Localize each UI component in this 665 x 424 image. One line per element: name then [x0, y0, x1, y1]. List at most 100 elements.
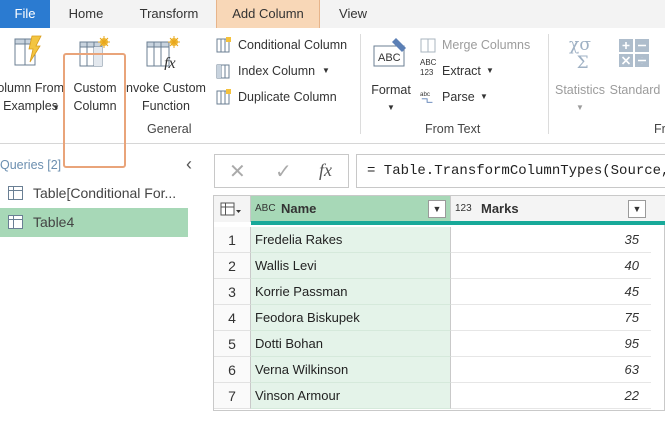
format-icon: ABC: [373, 38, 406, 67]
fx-icon[interactable]: fx: [319, 160, 332, 181]
marks-cell[interactable]: 45: [451, 279, 651, 305]
query-item-label: Table[Conditional For...: [33, 185, 177, 201]
formula-bar-controls: ✕ ✓ fx: [214, 154, 349, 188]
column-header-label: Marks: [481, 201, 519, 216]
group-separator: [360, 34, 361, 134]
marks-cell[interactable]: 40: [451, 253, 651, 279]
tab-add-column[interactable]: Add Column: [216, 0, 320, 28]
conditional-column-button[interactable]: Conditional Column: [216, 34, 361, 56]
column-quality-bar: [251, 221, 451, 225]
row-index[interactable]: 7: [214, 383, 251, 409]
tab-file[interactable]: File: [0, 0, 50, 28]
column-header-label: Name: [281, 201, 317, 216]
chevron-down-icon: ▼: [486, 66, 494, 75]
row-index[interactable]: 5: [214, 331, 251, 357]
invoke-custom-function-label-2: Function: [142, 99, 190, 113]
grid-header: ABC Name ▼ 123 Marks ▼: [214, 196, 665, 222]
conditional-column-label: Conditional Column: [238, 38, 348, 52]
standard-icon: [619, 39, 649, 67]
merge-columns-button[interactable]: Merge Columns: [420, 34, 545, 56]
column-header-name[interactable]: ABC Name ▼: [251, 196, 451, 222]
index-column-button[interactable]: Index Column ▼: [216, 60, 336, 82]
marks-cell[interactable]: 63: [451, 357, 651, 383]
group-separator: [548, 34, 549, 134]
row-index[interactable]: 3: [214, 279, 251, 305]
duplicate-column-icon: [216, 89, 231, 105]
statistics-icon: χσ Σ: [569, 35, 591, 73]
general-group-label: General: [147, 122, 192, 136]
index-column-icon: [216, 64, 230, 79]
name-cell[interactable]: Korrie Passman: [251, 279, 451, 305]
column-from-examples-button[interactable]: olumn From Examples ▼: [0, 32, 64, 118]
invoke-custom-function-label-1: nvoke Custom: [126, 81, 206, 95]
column-header-marks[interactable]: 123 Marks ▼: [451, 196, 665, 222]
table-icon: [8, 186, 23, 200]
collapse-pane-icon[interactable]: ‹: [186, 154, 192, 175]
standard-label: Standard: [609, 83, 661, 97]
abc-badge: ABC: [378, 52, 401, 64]
standard-button[interactable]: Standard: [606, 32, 664, 118]
text-type-icon[interactable]: ABC: [255, 196, 276, 222]
tab-transform[interactable]: Transform: [122, 0, 216, 28]
from-text-group-label: From Text: [425, 122, 481, 136]
chevron-down-icon: ▼: [387, 103, 395, 112]
column-from-examples-label-2: Examples: [3, 99, 58, 113]
name-cell[interactable]: Feodora Biskupek: [251, 305, 451, 331]
column-from-examples-label-1: olumn From: [0, 81, 64, 95]
column-quality-bar: [451, 221, 665, 225]
svg-text:abc: abc: [420, 91, 430, 98]
custom-column-highlight: [63, 53, 126, 168]
name-cell[interactable]: Dotti Bohan: [251, 331, 451, 357]
conditional-column-icon: [216, 37, 231, 53]
abc-label: ABC: [420, 58, 437, 67]
row-index[interactable]: 4: [214, 305, 251, 331]
filter-dropdown-icon[interactable]: ▼: [628, 200, 646, 218]
marks-cell[interactable]: 75: [451, 305, 651, 331]
duplicate-column-label: Duplicate Column: [238, 90, 337, 104]
queries-header: Queries [2]: [0, 158, 62, 172]
query-item[interactable]: Table[Conditional For...: [0, 179, 188, 208]
tab-home[interactable]: Home: [50, 0, 122, 28]
query-item-label: Table4: [33, 214, 75, 230]
ribbon-tab-bar: File Home Transform Add Column View: [0, 0, 665, 28]
statistics-button[interactable]: χσ Σ Statistics ▼: [552, 32, 608, 118]
parse-label: Parse: [442, 90, 475, 104]
marks-cell[interactable]: 22: [451, 383, 651, 409]
format-button[interactable]: ABC Format ▼: [366, 32, 416, 118]
marks-cell[interactable]: 95: [451, 331, 651, 357]
tab-view[interactable]: View: [320, 0, 386, 28]
table-icon: [8, 215, 23, 229]
duplicate-column-button[interactable]: Duplicate Column: [216, 86, 346, 108]
table-menu-button[interactable]: [214, 196, 251, 222]
name-cell[interactable]: Wallis Levi: [251, 253, 451, 279]
row-index[interactable]: 1: [214, 227, 251, 253]
query-item-selected[interactable]: Table4: [0, 208, 188, 237]
row-index[interactable]: 2: [214, 253, 251, 279]
name-cell[interactable]: Fredelia Rakes: [251, 227, 451, 253]
merge-columns-label: Merge Columns: [442, 38, 531, 52]
chevron-down-icon: ▼: [480, 92, 488, 101]
next-group-label: Fr: [654, 122, 665, 136]
merge-columns-icon: [420, 38, 436, 53]
index-column-label: Index Column: [238, 64, 316, 78]
cancel-icon[interactable]: ✕: [229, 159, 246, 184]
marks-cell[interactable]: 35: [451, 227, 651, 253]
invoke-custom-function-button[interactable]: fx nvoke Custom Function: [122, 32, 210, 118]
table-menu-icon: [220, 202, 241, 216]
chevron-down-icon: ▼: [576, 103, 584, 112]
formula-input[interactable]: = Table.TransformColumnTypes(Source,: [356, 154, 665, 188]
chevron-down-icon: ▼: [52, 103, 60, 112]
extract-button[interactable]: ABC 123 Extract ▼: [420, 58, 500, 82]
extract-icon: ABC 123: [420, 58, 440, 80]
parse-icon: abc: [420, 91, 433, 103]
filter-dropdown-icon[interactable]: ▼: [428, 200, 446, 218]
chevron-down-icon: ▼: [322, 66, 330, 75]
commit-check-icon[interactable]: ✓: [275, 159, 292, 184]
parse-button[interactable]: abc Parse ▼: [420, 86, 492, 108]
extract-label: Extract: [442, 64, 481, 78]
invoke-function-icon: fx: [146, 36, 180, 70]
number-type-icon[interactable]: 123: [455, 196, 472, 222]
name-cell[interactable]: Verna Wilkinson: [251, 357, 451, 383]
name-cell[interactable]: Vinson Armour: [251, 383, 451, 409]
row-index[interactable]: 6: [214, 357, 251, 383]
